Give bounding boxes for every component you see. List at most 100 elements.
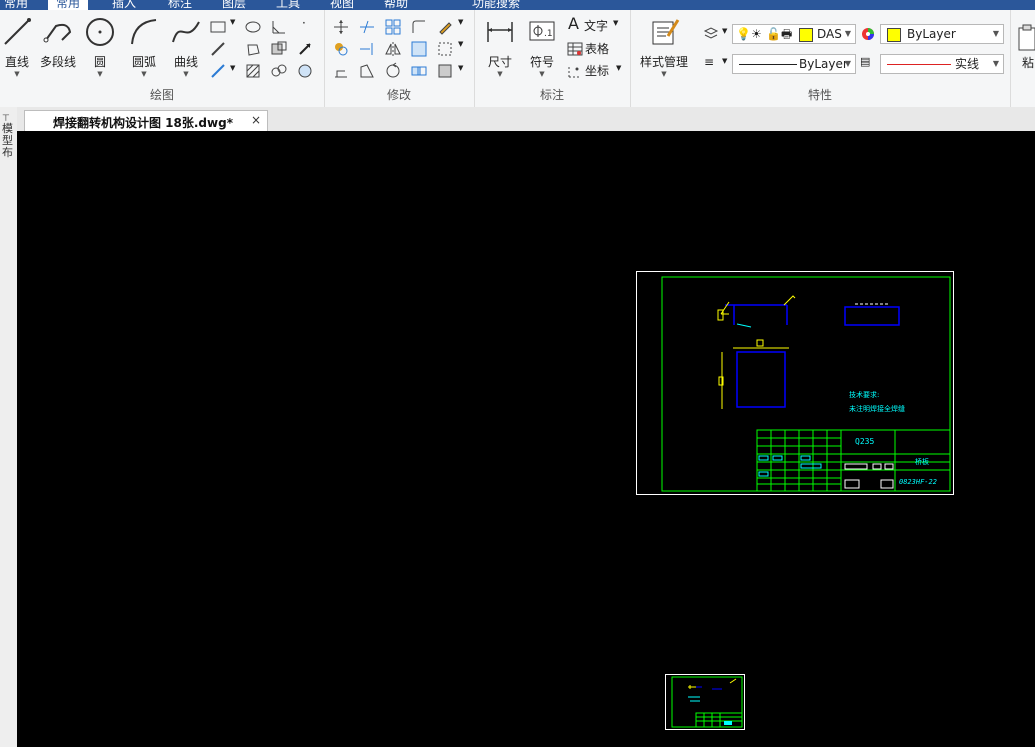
pick-icon[interactable]	[296, 40, 314, 58]
trim-icon[interactable]	[358, 18, 376, 36]
rectangle-icon[interactable]	[209, 18, 227, 36]
table-icon[interactable]	[566, 40, 584, 58]
circle-label: 圆	[93, 55, 106, 69]
lineweight-icon[interactable]: ≡	[704, 55, 714, 69]
modify-group: ▼ ▼ ▼ 修改	[324, 10, 475, 107]
match-properties-icon[interactable]	[436, 18, 454, 36]
properties-group-label: 特性	[807, 88, 832, 102]
linestyle-value: 实线	[955, 57, 980, 71]
drawing-sheet-small-svg	[671, 676, 743, 728]
modify-group-label: 修改	[386, 88, 411, 102]
text-button[interactable]: 文字	[584, 17, 608, 34]
angle-construct-icon[interactable]	[270, 18, 288, 36]
table-button[interactable]: 表格	[585, 40, 609, 57]
clipboard-group: 粘	[1010, 10, 1035, 107]
printer-icon: 🖶	[781, 27, 793, 41]
line-icon	[4, 18, 31, 45]
document-tab-title: 焊接翻转机构设计图 18张.dwg*	[53, 116, 233, 130]
xline-dropdown-icon[interactable]: ▼	[230, 64, 235, 72]
xline-icon[interactable]	[209, 62, 227, 80]
line-dropdown-arrow: ▼	[14, 70, 20, 78]
modify-dropdown-icon[interactable]: ▼	[458, 18, 463, 26]
linestyle-icon[interactable]: ▤	[860, 55, 870, 68]
text-icon[interactable]: A	[568, 14, 579, 33]
style-manager-dropdown-arrow: ▼	[661, 70, 667, 78]
ellipse-icon[interactable]	[244, 18, 262, 36]
explode-icon[interactable]	[436, 40, 454, 58]
style-manager-icon	[652, 19, 680, 45]
color-value: ByLayer	[907, 27, 956, 41]
explode-dropdown-icon[interactable]: ▼	[458, 40, 463, 48]
color-dropdown[interactable]: ByLayer ▼	[880, 24, 1004, 44]
edit-hatch-icon[interactable]	[436, 62, 454, 80]
stretch-icon[interactable]	[332, 62, 350, 80]
symbol-button[interactable]: .1 符号 ▼	[522, 10, 562, 78]
layer-properties-icon[interactable]	[702, 25, 720, 43]
linestyle-dropdown-caret: ▼	[992, 59, 999, 68]
symbol-dropdown-arrow: ▼	[539, 70, 545, 78]
arc-button[interactable]: 圆弧 ▼	[124, 10, 164, 78]
layer-dropdown[interactable]: 💡 ☀ 🔓 🖶 DAS ▼	[732, 24, 856, 44]
menu-tab-annotate[interactable]: 标注	[168, 0, 192, 10]
line-button[interactable]: 直线 ▼	[0, 10, 37, 78]
drawing-sheet-main[interactable]: 技术要求: 未注明焊接全焊缝 Q235 桥板 0823HF-22	[636, 271, 954, 495]
dimension-dropdown-arrow: ▼	[497, 70, 503, 78]
title-block: Q235 桥板 0823HF-22	[756, 429, 951, 492]
wipeout-icon[interactable]	[296, 62, 314, 80]
hatch-icon[interactable]	[244, 62, 262, 80]
lineweight-dropdown-icon[interactable]: ▼	[722, 57, 727, 65]
draw-group-label: 绘图	[149, 88, 174, 102]
curve-icon	[172, 21, 200, 43]
layer-properties-dropdown-icon[interactable]: ▼	[722, 27, 727, 35]
color-wheel-icon[interactable]	[859, 25, 877, 43]
coordinate-icon[interactable]	[566, 62, 584, 80]
linestyle-dropdown[interactable]: 实线 ▼	[880, 54, 1004, 74]
curve-button[interactable]: 曲线 ▼	[166, 10, 206, 78]
menu-tab-insert[interactable]: 插入	[112, 0, 136, 10]
side-char-3[interactable]: 布	[2, 147, 13, 159]
join-icon[interactable]	[410, 62, 428, 80]
copy-icon[interactable]	[332, 40, 350, 58]
block-icon[interactable]	[270, 40, 288, 58]
document-tab[interactable]: 焊接翻转机构设计图 18张.dwg* ×	[24, 110, 268, 131]
menu-tab-tools[interactable]: 工具	[276, 0, 300, 10]
part-view-top	[717, 295, 796, 328]
edit-hatch-dropdown-icon[interactable]: ▼	[458, 64, 463, 72]
region-icon[interactable]	[270, 62, 288, 80]
paste-icon[interactable]	[1016, 24, 1035, 52]
style-manager-button[interactable]: 样式管理 ▼	[638, 10, 690, 78]
array-icon[interactable]	[384, 18, 402, 36]
coordinate-dropdown-icon[interactable]: ▼	[616, 64, 621, 72]
rectangle-dropdown-icon[interactable]: ▼	[230, 18, 235, 26]
coordinate-button[interactable]: 坐标	[585, 62, 609, 79]
dimension-button[interactable]: 尺寸 ▼	[480, 10, 520, 78]
linetype-dropdown[interactable]: ByLayer ▼	[732, 54, 856, 74]
polygon-icon[interactable]	[244, 40, 262, 58]
svg-text:.1: .1	[544, 29, 553, 39]
circle-icon	[86, 18, 114, 46]
menu-tab-home-partial[interactable]: 常用	[4, 0, 28, 10]
menu-tab-home[interactable]: 常用	[48, 0, 89, 10]
menu-tab-view[interactable]: 视图	[330, 0, 354, 10]
properties-group: 样式管理 ▼ ▼ 💡 ☀ 🔓 🖶 DAS ▼ ByLayer ▼ ≡ ▼ ByL…	[630, 10, 1011, 107]
scale-icon[interactable]	[358, 62, 376, 80]
circle-button[interactable]: 圆 ▼	[80, 10, 120, 78]
close-icon[interactable]: ×	[251, 113, 261, 127]
menu-search[interactable]: 功能搜索	[472, 0, 520, 10]
menu-tab-help[interactable]: 帮助	[384, 0, 408, 10]
drawing-sheet-small[interactable]	[665, 674, 745, 730]
part-view-front	[718, 339, 789, 409]
move-icon[interactable]	[332, 18, 350, 36]
text-dropdown-icon[interactable]: ▼	[613, 19, 618, 27]
point-icon[interactable]: ·	[302, 16, 306, 30]
polyline-button[interactable]: 多段线	[38, 10, 78, 70]
paste-label: 粘	[1022, 56, 1035, 70]
arc-icon	[131, 19, 157, 45]
fillet-icon[interactable]	[410, 18, 428, 36]
ray-icon[interactable]	[209, 40, 227, 58]
extend-icon[interactable]	[358, 40, 376, 58]
menu-tab-layer[interactable]: 图层	[222, 0, 246, 10]
offset-icon[interactable]	[410, 40, 428, 58]
mirror-icon[interactable]	[384, 40, 402, 58]
rotate-icon[interactable]	[384, 62, 402, 80]
